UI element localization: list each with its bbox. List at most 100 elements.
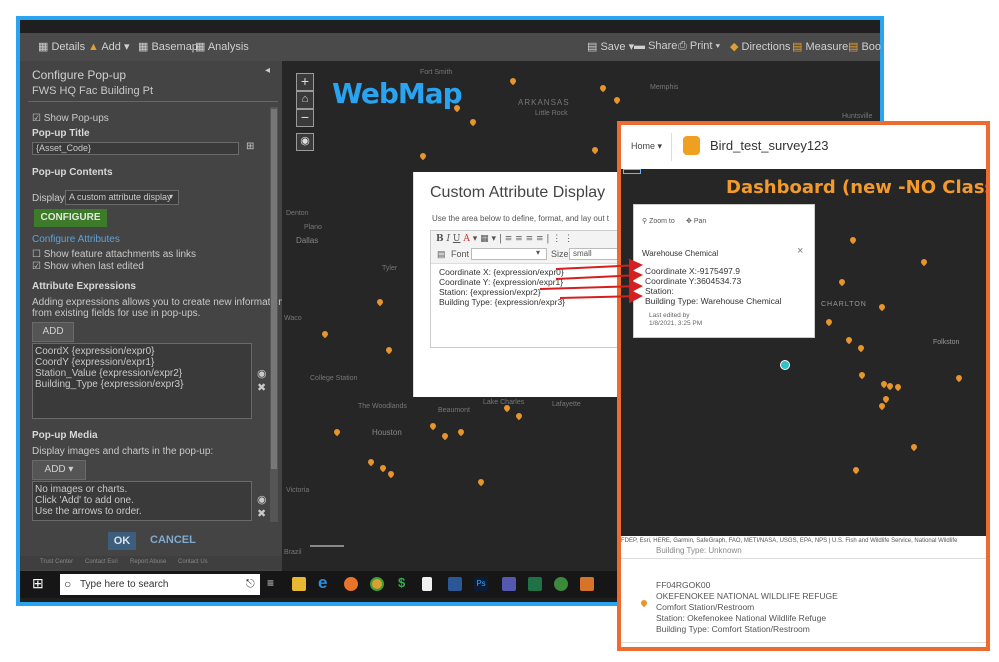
list-item[interactable]: CoordX {expression/expr0} [35, 346, 155, 357]
excel-icon[interactable] [528, 577, 542, 591]
microphone-icon[interactable]: ⎋ [246, 574, 255, 595]
map-pin[interactable] [824, 317, 834, 327]
map-pin[interactable] [857, 370, 867, 380]
share-button[interactable]: ▬ Share [634, 40, 677, 52]
app-icon[interactable] [554, 577, 568, 591]
zoom-out-button[interactable]: − [296, 109, 314, 127]
add-expression-button[interactable]: ADD [32, 322, 74, 342]
app-icon[interactable] [580, 577, 594, 591]
show-last-edited-checkbox[interactable]: ☑ Show when last edited [32, 261, 144, 272]
map-pin[interactable] [320, 329, 330, 339]
map-pin[interactable] [384, 345, 394, 355]
footer-link[interactable]: Contact Esri [85, 559, 118, 565]
map-pin[interactable] [893, 382, 903, 392]
edit-media-icon[interactable]: ◉ [257, 493, 267, 506]
close-icon[interactable]: × [797, 245, 803, 257]
map-pin[interactable] [332, 427, 342, 437]
photoshop-icon[interactable]: Ps [474, 577, 488, 591]
print-button[interactable]: ⎙ Print ▾ [678, 40, 720, 53]
save-button[interactable]: ▤ Save ▾ [587, 40, 634, 53]
app-icon[interactable]: $ [398, 575, 405, 590]
media-list[interactable]: No images or charts. Click 'Add' to add … [32, 481, 252, 521]
expressions-list[interactable]: CoordX {expression/expr0} CoordY {expres… [32, 343, 252, 419]
measure-button[interactable]: ▤ Measure [792, 40, 848, 53]
add-media-button[interactable]: ADD ▾ [32, 460, 86, 480]
panel-scrollbar[interactable] [270, 107, 278, 522]
show-popups-checkbox[interactable]: ☑ Show Pop-ups [32, 113, 109, 124]
map-widget-handle[interactable] [623, 169, 641, 174]
footer-link[interactable]: Contact Us [178, 559, 208, 565]
analysis-button[interactable]: ▦ Analysis [195, 40, 249, 53]
list-item[interactable]: FF04RGOK00 OKEFENOKEE NATIONAL WILDLIFE … [621, 580, 986, 647]
zoom-to-action[interactable]: ⚲ Zoom to [642, 217, 675, 225]
basemap-button[interactable]: ▦ Basemap [138, 40, 198, 53]
rich-text-editor[interactable]: B I U A ▾ ▦ ▾ | ≡ ≡ ≡ ≡ | ⋮ ⋮ ▤ Font ▾ S… [430, 230, 632, 348]
taskbar-search[interactable]: ○ Type here to search ⎋ [60, 574, 260, 595]
map-pin[interactable] [909, 442, 919, 452]
document-icon[interactable] [422, 577, 432, 591]
map-pin[interactable] [885, 381, 895, 391]
file-explorer-icon[interactable] [292, 577, 306, 591]
map-pin[interactable] [612, 95, 622, 105]
map-pin[interactable] [386, 469, 396, 479]
map-pin[interactable] [598, 83, 608, 93]
locate-button[interactable]: ◉ [296, 133, 314, 151]
map-pin[interactable] [418, 151, 428, 161]
collapse-icon[interactable]: ◂ [265, 65, 270, 76]
home-button[interactable]: ⌂ [296, 91, 314, 109]
windows-start-icon[interactable]: ⊞ [32, 575, 44, 592]
task-view-icon[interactable]: ≡ [267, 576, 274, 590]
zoom-in-button[interactable]: + [296, 73, 314, 91]
delete-media-icon[interactable]: ✖ [257, 507, 266, 520]
cancel-button[interactable]: CANCEL [150, 534, 196, 546]
map-pin[interactable] [456, 427, 466, 437]
chrome-icon[interactable] [370, 577, 384, 591]
ok-button[interactable]: OK [108, 532, 136, 550]
list-item[interactable]: Building_Type {expression/expr3} [35, 379, 183, 390]
map-pin[interactable] [514, 411, 524, 421]
directions-button[interactable]: ◆ Directions [730, 40, 790, 53]
configure-attributes-link[interactable]: Configure Attributes [32, 234, 120, 245]
format-buttons[interactable]: B I U A ▾ ▦ ▾ | ≡ ≡ ≡ ≡ | ⋮ ⋮ [436, 234, 573, 244]
map-pin[interactable] [375, 297, 385, 307]
map-pin[interactable] [919, 257, 929, 267]
configure-button[interactable]: CONFIGURE [34, 209, 107, 227]
home-dropdown[interactable]: Home ▾ [631, 141, 662, 152]
map-pin[interactable] [844, 335, 854, 345]
popup-title-input[interactable]: {Asset_Code} [32, 142, 239, 155]
footer-link[interactable]: Report Abuse [130, 559, 166, 565]
edge-icon[interactable]: e [318, 573, 327, 593]
display-select[interactable]: A custom attribute display ▾ [65, 190, 179, 205]
map-pin[interactable] [954, 373, 964, 383]
teams-icon[interactable] [502, 577, 516, 591]
list-item[interactable]: Station_Value {expression/expr2} [35, 368, 182, 379]
insert-field-icon[interactable]: ⊞ [246, 141, 254, 152]
bookmarks-button[interactable]: ▤ Boo [848, 40, 881, 53]
map-pin[interactable] [468, 117, 478, 127]
show-attachments-checkbox[interactable]: ☐ Show feature attachments as links [32, 249, 196, 260]
map-pin[interactable] [440, 431, 450, 441]
edit-expression-icon[interactable]: ◉ [257, 367, 267, 380]
map-pin[interactable] [508, 76, 518, 86]
add-button[interactable]: ▲ Add ▾ [88, 40, 130, 53]
list-item[interactable]: CoordY {expression/expr1} [35, 357, 154, 368]
pan-action[interactable]: ✥ Pan [686, 217, 706, 225]
map-pin[interactable] [366, 457, 376, 467]
map-pin[interactable] [837, 277, 847, 287]
scrollbar-thumb[interactable] [271, 109, 277, 469]
map-pin[interactable] [851, 465, 861, 475]
map-pin[interactable] [476, 477, 486, 487]
map-pin[interactable] [590, 145, 600, 155]
map-pin[interactable] [877, 302, 887, 312]
feature-list[interactable]: Building Type: Unknown FF04RGOK00 OKEFEN… [621, 546, 986, 647]
map-pin[interactable] [848, 235, 858, 245]
delete-expression-icon[interactable]: ✖ [257, 381, 266, 394]
word-icon[interactable] [448, 577, 462, 591]
selected-feature-marker[interactable] [780, 360, 790, 370]
map-pin[interactable] [856, 343, 866, 353]
details-button[interactable]: ▦ Details [38, 40, 85, 53]
firefox-icon[interactable] [344, 577, 358, 591]
map-pin[interactable] [378, 463, 388, 473]
font-select[interactable]: ▾ [471, 248, 547, 260]
footer-link[interactable]: Trust Center [40, 559, 73, 565]
